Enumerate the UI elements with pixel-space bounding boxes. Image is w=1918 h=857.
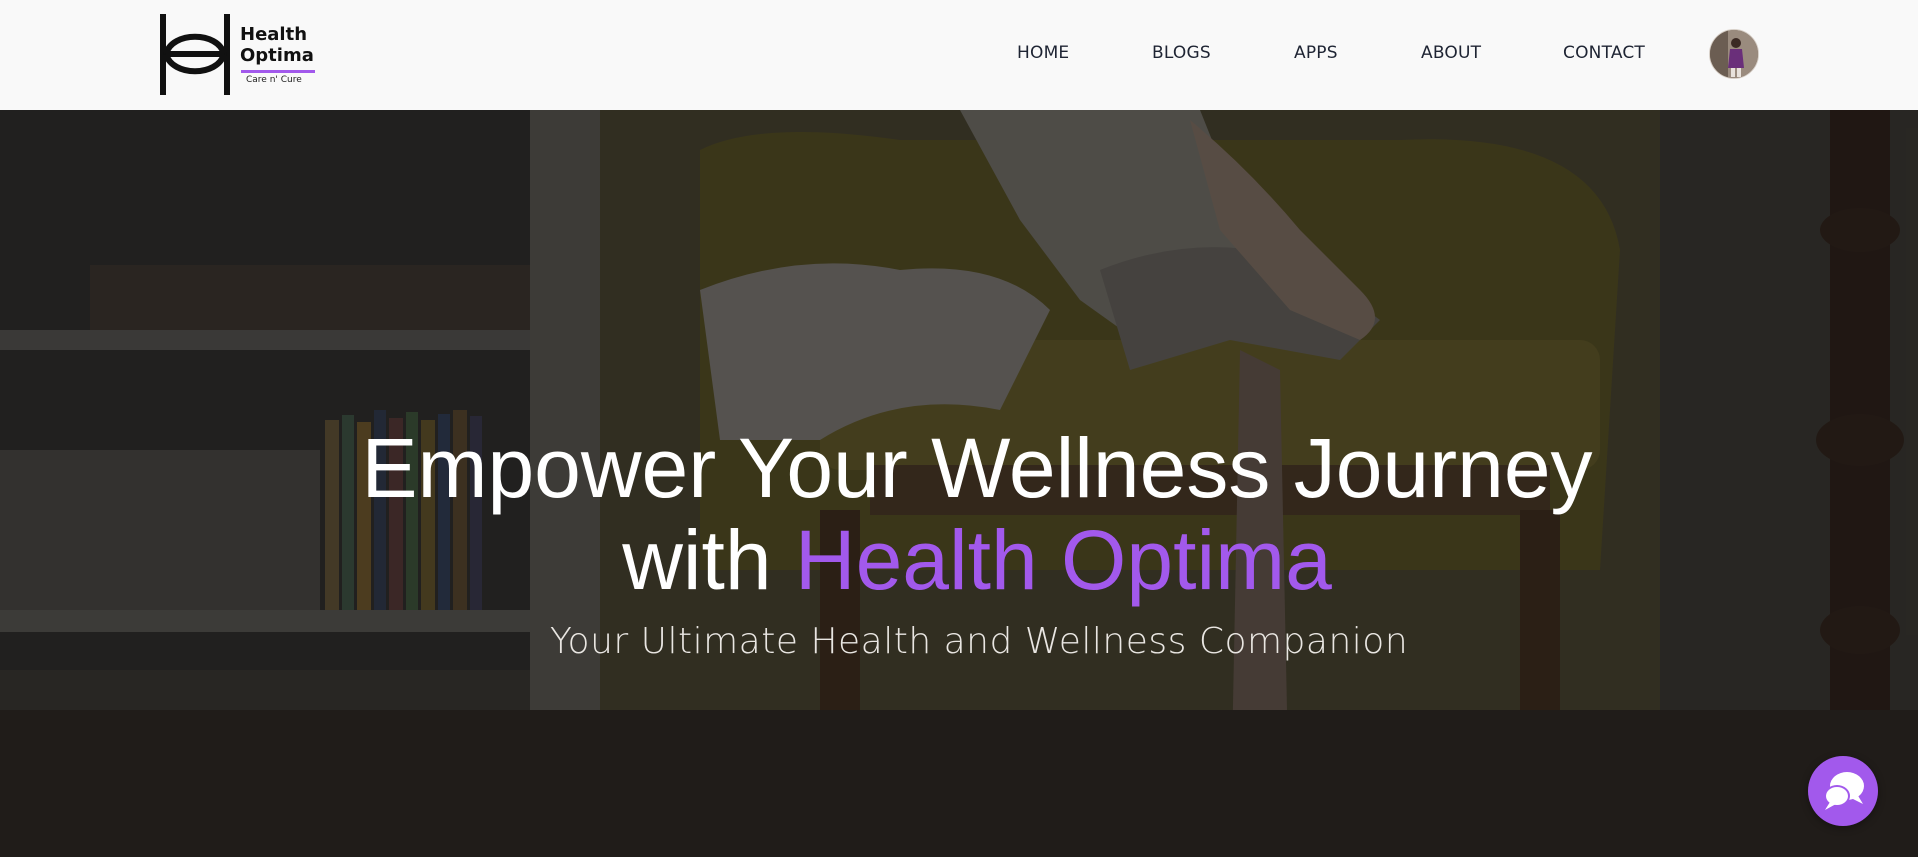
nav-about[interactable]: ABOUT — [1421, 43, 1481, 63]
nav-home[interactable]: HOME — [1017, 43, 1069, 63]
nav-blogs[interactable]: BLOGS — [1152, 43, 1211, 63]
user-avatar[interactable] — [1709, 29, 1759, 79]
user-avatar-icon — [1710, 30, 1758, 78]
hero-section: Empower Your Wellness Journey with Healt… — [0, 110, 1918, 857]
hero-subtitle: Your Ultimate Health and Wellness Compan… — [549, 621, 1409, 662]
nav-apps[interactable]: APPS — [1294, 43, 1338, 63]
site-header: Health Optima Care n' Cure HOME BLOGS AP… — [0, 0, 1918, 110]
nav-contact[interactable]: CONTACT — [1563, 43, 1645, 63]
hero-title: Empower Your Wellness Journey with Healt… — [0, 422, 1918, 606]
hero-title-with: with — [622, 513, 795, 607]
chat-bubbles-icon — [1824, 772, 1864, 810]
hero-title-line1: Empower Your Wellness Journey — [361, 421, 1593, 515]
hero-title-brand: Health Optima — [794, 513, 1332, 607]
main-nav: HOME BLOGS APPS ABOUT CONTACT — [0, 0, 1918, 110]
chat-button[interactable] — [1808, 756, 1878, 826]
